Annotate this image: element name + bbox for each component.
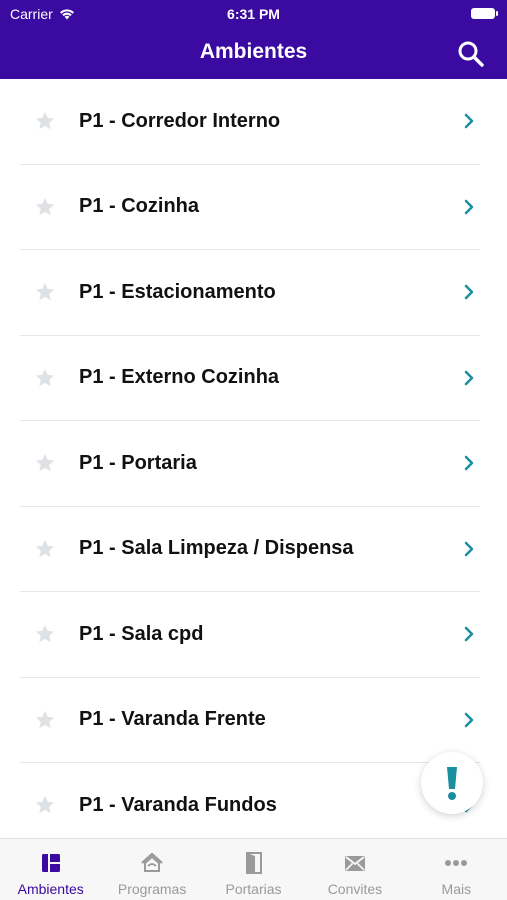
door-icon xyxy=(245,852,262,874)
alert-fab-button[interactable] xyxy=(421,752,483,814)
list-item-label: P1 - Varanda Fundos xyxy=(79,793,277,816)
list-item-label: P1 - Varanda Frente xyxy=(79,708,266,731)
tab-label: Mais xyxy=(441,881,472,897)
page-title: Ambientes xyxy=(199,40,308,63)
star-icon[interactable] xyxy=(34,110,56,132)
list-item-label: P1 - Portaria xyxy=(79,451,197,474)
tab-label: Convites xyxy=(327,881,383,897)
list-item[interactable]: P1 - Estacionamento xyxy=(20,250,480,336)
list-item[interactable]: P1 - Sala cpd xyxy=(20,592,480,678)
tab-portarias[interactable]: Portarias xyxy=(203,839,304,900)
list-item-label: P1 - Externo Cozinha xyxy=(79,366,280,389)
app-header: Carrier 6:31 PM Ambientes xyxy=(0,0,507,79)
chevron-right-icon xyxy=(464,370,474,385)
chevron-right-icon xyxy=(464,627,474,642)
chevron-right-icon xyxy=(464,712,474,727)
tab-mais[interactable]: Mais xyxy=(406,839,507,900)
battery-icon xyxy=(471,8,498,19)
list-item[interactable]: P1 - Externo Cozinha xyxy=(20,336,480,421)
tab-programas[interactable]: Programas xyxy=(101,839,202,900)
tab-ambientes[interactable]: Ambientes xyxy=(0,839,101,900)
status-bar: Carrier 6:31 PM xyxy=(0,0,507,28)
star-icon[interactable] xyxy=(34,794,56,816)
list-item-label: P1 - Estacionamento xyxy=(79,280,276,303)
list-item-label: P1 - Cozinha xyxy=(79,195,200,218)
tab-bar: Ambientes Programas Portarias Convites Mais xyxy=(0,838,507,900)
list-item[interactable]: P1 - Sala Limpeza / Dispensa xyxy=(20,507,480,592)
list-item[interactable]: P1 - Portaria xyxy=(20,421,480,507)
chevron-right-icon xyxy=(464,285,474,300)
list-item[interactable]: P1 - Varanda Frente xyxy=(20,678,480,763)
chevron-right-icon xyxy=(464,114,474,129)
star-icon[interactable] xyxy=(34,196,56,218)
search-icon[interactable] xyxy=(457,40,485,68)
house-icon xyxy=(141,852,163,872)
star-icon[interactable] xyxy=(34,538,56,560)
tab-convites[interactable]: Convites xyxy=(304,839,405,900)
list-item[interactable]: P1 - Cozinha xyxy=(20,165,480,250)
chevron-right-icon xyxy=(464,456,474,471)
tab-label: Programas xyxy=(117,881,187,897)
star-icon[interactable] xyxy=(34,367,56,389)
more-icon xyxy=(445,860,468,866)
envelope-icon xyxy=(344,856,365,871)
status-time: 6:31 PM xyxy=(227,6,280,22)
list-item-label: P1 - Sala Limpeza / Dispensa xyxy=(79,537,354,560)
grid-icon xyxy=(41,854,60,872)
environment-list: P1 - Corredor Interno P1 - Cozinha P1 - Es… xyxy=(0,79,507,838)
tab-label: Portarias xyxy=(225,881,282,897)
star-icon[interactable] xyxy=(34,623,56,645)
list-item-label: P1 - Sala cpd xyxy=(79,622,204,645)
star-icon[interactable] xyxy=(34,281,56,303)
list-item[interactable]: P1 - Corredor Interno xyxy=(20,79,480,165)
star-icon[interactable] xyxy=(34,452,56,474)
tab-label: Ambientes xyxy=(17,881,84,897)
chevron-right-icon xyxy=(464,541,474,556)
star-icon[interactable] xyxy=(34,709,56,731)
list-item[interactable]: P1 - Varanda Fundos xyxy=(20,763,480,838)
chevron-right-icon xyxy=(464,199,474,214)
list-item-label: P1 - Corredor Interno xyxy=(79,109,281,132)
exclamation-icon xyxy=(447,767,457,800)
